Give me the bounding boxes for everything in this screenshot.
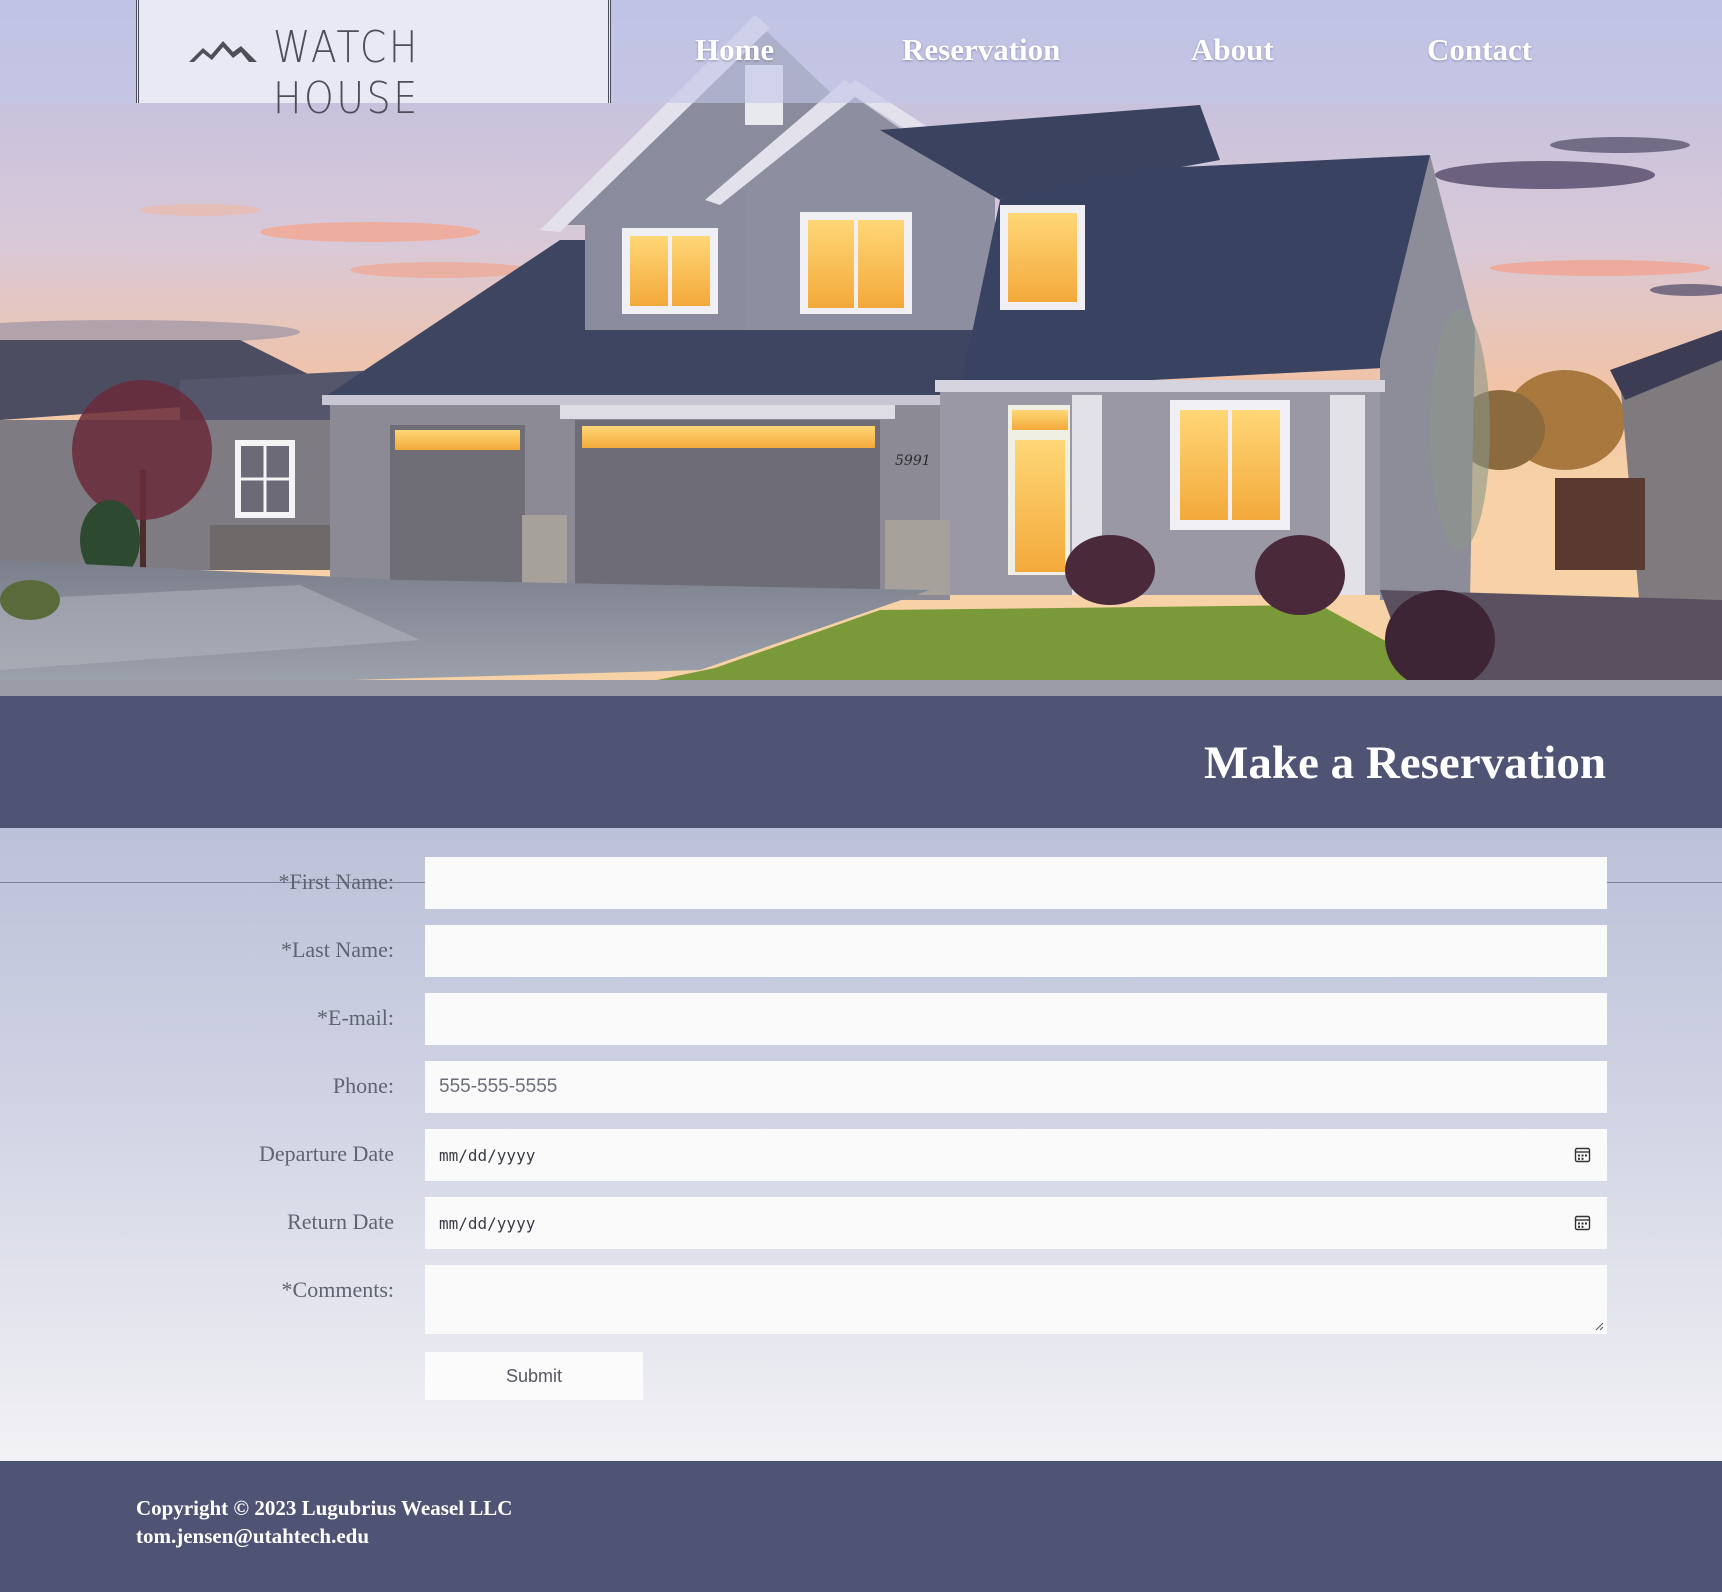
last-name-label: *Last Name: (280, 937, 394, 962)
return-date-input[interactable]: mm/dd/yyyy (425, 1197, 1607, 1249)
logo[interactable]: WATCH HOUSE (136, 0, 611, 124)
departure-date-input[interactable]: mm/dd/yyyy (425, 1129, 1607, 1181)
phone-placeholder: 555-555-5555 (439, 1076, 558, 1097)
footer-email[interactable]: tom.jensen@utahtech.edu (136, 1522, 512, 1550)
mountain-icon (189, 41, 257, 62)
last-name-input[interactable] (425, 925, 1607, 977)
phone-input[interactable]: 555-555-5555 (425, 1061, 1607, 1113)
comments-textarea[interactable] (425, 1265, 1607, 1334)
hero-image: 5991 WATCH HOUSE Home Reservation About … (0, 0, 1722, 696)
copyright-text: Copyright © 2023 Lugubrius Weasel LLC (136, 1496, 513, 1520)
nav-about[interactable]: About (1191, 32, 1274, 68)
nav-home[interactable]: Home (695, 32, 774, 68)
email-label: *E-mail: (317, 1005, 394, 1030)
calendar-icon[interactable] (1574, 1146, 1591, 1163)
first-name-label: *First Name: (278, 869, 395, 894)
title-band: Make a Reservation (0, 696, 1722, 828)
departure-date-value: mm/dd/yyyy (439, 1145, 536, 1165)
resize-handle-icon[interactable] (1594, 1321, 1604, 1331)
nav-reservation[interactable]: Reservation (902, 32, 1060, 68)
phone-label: Phone: (332, 1073, 394, 1098)
comments-label: *Comments: (281, 1277, 394, 1302)
house-photo: 5991 (0, 0, 1722, 696)
footer: Copyright © 2023 Lugubrius Weasel LLC to… (0, 1461, 1722, 1592)
departure-date-label: Departure Date (259, 1141, 394, 1166)
page-title: Make a Reservation (1203, 737, 1606, 789)
reservation-form: *First Name: *Last Name: *E-mail: Phone:… (0, 828, 1722, 1461)
footer-text: Copyright © 2023 Lugubrius Weasel LLC to… (136, 1494, 512, 1550)
email-input[interactable] (425, 993, 1607, 1045)
calendar-icon[interactable] (1574, 1214, 1591, 1231)
logo-text: WATCH HOUSE (273, 22, 420, 124)
nav-contact[interactable]: Contact (1427, 32, 1532, 68)
submit-button[interactable]: Submit (425, 1352, 643, 1400)
return-date-value: mm/dd/yyyy (439, 1213, 536, 1233)
return-date-label: Return Date (287, 1209, 394, 1234)
first-name-input[interactable] (425, 857, 1607, 909)
top-navbar: WATCH HOUSE Home Reservation About Conta… (0, 0, 1722, 124)
house-number: 5991 (895, 453, 931, 469)
